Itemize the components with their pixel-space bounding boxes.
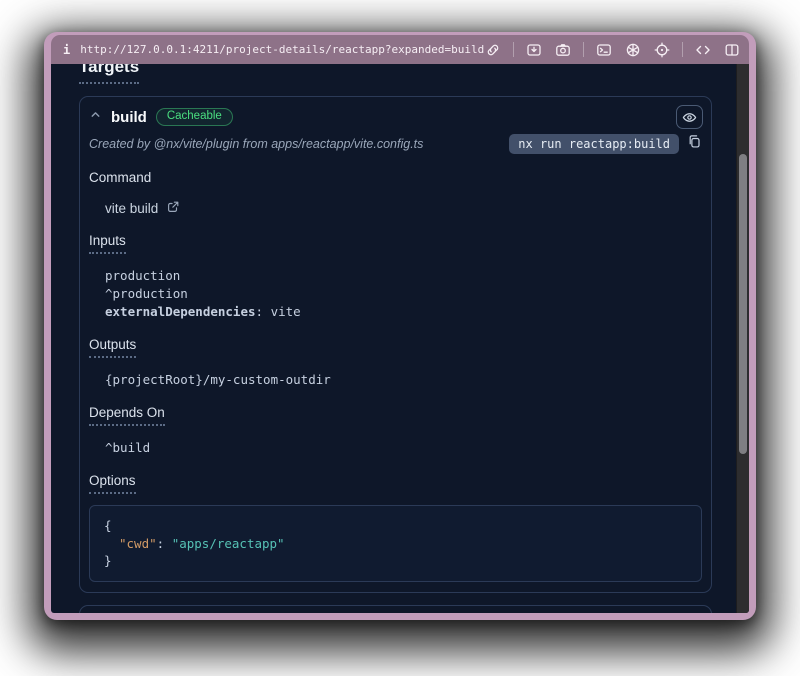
desktop-background: i http://127.0.0.1:4211/project-details/… xyxy=(0,0,800,676)
outputs-section-label[interactable]: Outputs xyxy=(89,337,702,361)
project-details-content: Targets build Cacheable xyxy=(51,64,736,613)
inputs-section-label[interactable]: Inputs xyxy=(89,233,702,257)
external-link-icon[interactable] xyxy=(166,200,180,217)
toolbar-separator xyxy=(583,42,584,57)
run-command-chip: nx run reactapp:build xyxy=(509,134,679,154)
depends-on-item: ^build xyxy=(105,439,702,457)
created-by-text: Created by @nx/vite/plugin from apps/rea… xyxy=(89,137,423,151)
target-icon[interactable] xyxy=(653,41,671,59)
target-card-build: build Cacheable Created by @nx/vite/plug… xyxy=(79,96,712,593)
split-panel-icon[interactable] xyxy=(723,41,741,59)
eye-icon xyxy=(682,110,697,125)
options-code-open: { xyxy=(104,517,687,535)
options-code-entry: "cwd": "apps/reactapp" xyxy=(104,535,687,553)
input-item: externalDependencies: vite xyxy=(105,303,702,321)
info-icon: i xyxy=(63,43,70,57)
scrollbar-track[interactable] xyxy=(736,64,749,613)
scrollbar-thumb[interactable] xyxy=(739,154,747,454)
command-value: vite build xyxy=(105,201,158,216)
download-icon[interactable] xyxy=(525,41,543,59)
camera-icon[interactable] xyxy=(554,41,572,59)
browser-window: i http://127.0.0.1:4211/project-details/… xyxy=(44,32,756,620)
depends-on-section-label[interactable]: Depends On xyxy=(89,405,702,429)
input-item: ^production xyxy=(105,285,702,303)
copy-icon[interactable] xyxy=(687,134,702,154)
url-text[interactable]: http://127.0.0.1:4211/project-details/re… xyxy=(80,43,484,56)
globe-icon[interactable] xyxy=(624,41,642,59)
page-viewport: Targets build Cacheable xyxy=(51,64,749,613)
output-item: {projectRoot}/my-custom-outdir xyxy=(105,371,702,389)
browser-toolbar xyxy=(484,41,741,59)
target-name: build xyxy=(111,109,147,126)
chevron-up-icon xyxy=(89,108,102,126)
terminal-icon[interactable] xyxy=(595,41,613,59)
command-section-label: Command xyxy=(89,170,702,188)
target-card-serve: serve vite serve xyxy=(79,605,712,614)
link-icon[interactable] xyxy=(484,41,502,59)
toolbar-separator xyxy=(682,42,683,57)
browser-topbar: i http://127.0.0.1:4211/project-details/… xyxy=(51,35,749,64)
cacheable-badge: Cacheable xyxy=(156,108,233,127)
options-code-block: { "cwd": "apps/reactapp" } xyxy=(89,505,702,582)
targets-heading[interactable]: Targets xyxy=(79,64,139,84)
options-section-label[interactable]: Options xyxy=(89,473,702,497)
input-item: production xyxy=(105,267,702,285)
build-card-header[interactable]: build Cacheable xyxy=(89,106,702,128)
view-target-details-button[interactable] xyxy=(676,105,703,129)
toolbar-separator xyxy=(513,42,514,57)
options-code-close: } xyxy=(104,552,687,570)
code-icon[interactable] xyxy=(694,41,712,59)
